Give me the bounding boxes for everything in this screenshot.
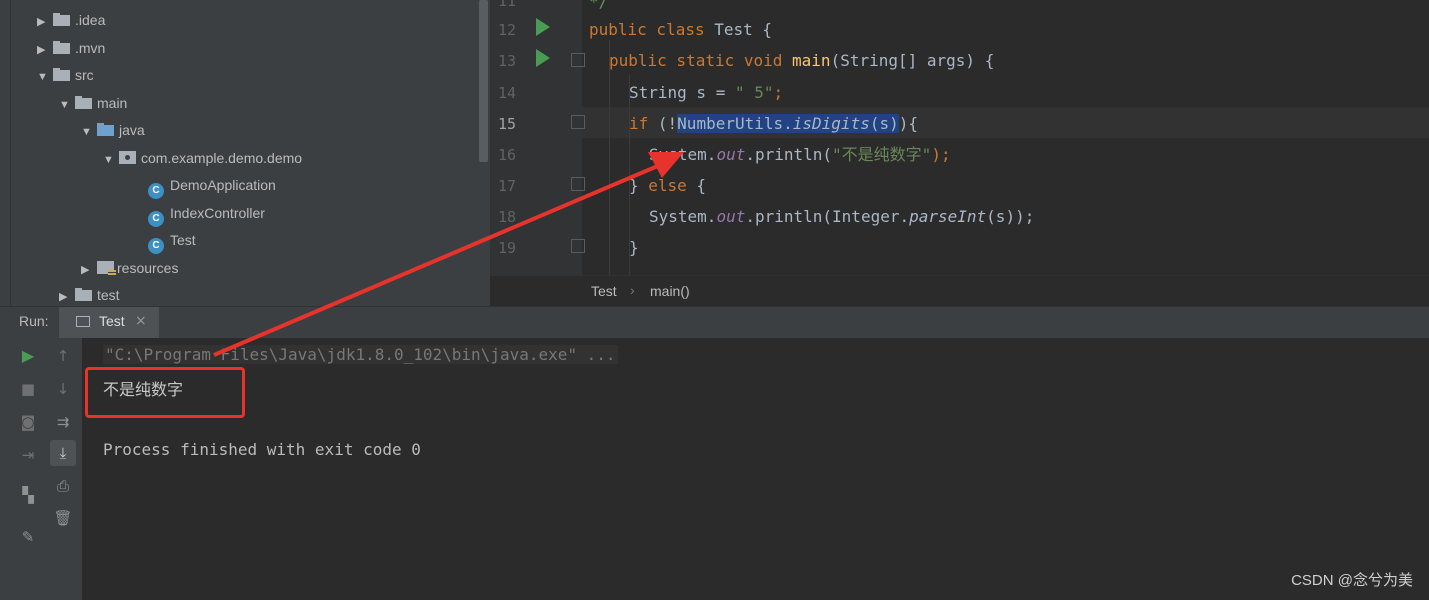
resources-folder-icon <box>97 261 116 276</box>
package-icon <box>119 151 136 164</box>
tree-item-label: DemoApplication <box>170 177 276 193</box>
tree-item-label: .idea <box>75 12 106 28</box>
down-arrow-icon[interactable]: ↓ <box>50 376 76 402</box>
tree-item-indexcontroller[interactable]: C IndexController <box>148 200 265 227</box>
tree-item-test-folder[interactable]: ▶ test <box>59 282 120 306</box>
line-number: 19 <box>498 239 517 257</box>
tree-item-label: IndexController <box>170 205 265 221</box>
line-number: 17 <box>498 177 517 195</box>
selected-text[interactable]: NumberUtils.isDigits(s) <box>677 114 899 133</box>
tree-item-test[interactable]: C Test <box>148 227 196 254</box>
project-tree: ▶ .idea ▶ .mvn ▼ src ▼ main ▼ java ▼ com.examp… <box>11 0 490 306</box>
tree-item-label: resources <box>117 260 179 276</box>
annotation-box <box>85 367 245 418</box>
code-line-18: System.out.println(Integer.parseInt(s)); <box>649 207 1035 226</box>
fold-icon[interactable] <box>571 53 585 67</box>
code-line-17: } else { <box>629 176 707 195</box>
tree-item-demoapplication[interactable]: C DemoApplication <box>148 172 276 199</box>
rerun-icon[interactable]: ▶ <box>15 343 41 369</box>
code-line-13: public static void main(String[] args) { <box>609 51 995 70</box>
spring-class-icon: C <box>148 183 164 199</box>
runnable-class-icon: C <box>148 238 164 254</box>
run-panel-label: Run: <box>19 313 49 329</box>
fold-icon[interactable] <box>571 177 585 191</box>
code-line-14: String s = " 5"; <box>629 83 784 102</box>
line-number: 18 <box>498 208 517 226</box>
run-panel-header <box>0 306 1429 339</box>
line-number: 15 <box>498 115 517 133</box>
line-number: 16 <box>498 146 517 164</box>
fold-icon[interactable] <box>571 239 585 253</box>
tree-item-mvn[interactable]: ▶ .mvn <box>37 35 105 62</box>
tree-item-label: com.example.demo.demo <box>141 150 303 166</box>
stop-icon[interactable]: ■ <box>15 376 41 402</box>
fold-icon[interactable] <box>571 115 585 129</box>
breadcrumb-class[interactable]: Test <box>591 283 617 299</box>
trash-icon[interactable]: 🗑 <box>50 505 76 531</box>
line-number: 14 <box>498 84 517 102</box>
project-scrollbar[interactable] <box>479 0 488 162</box>
tree-item-resources[interactable]: ▶ resources <box>81 255 178 282</box>
up-arrow-icon[interactable]: ↑ <box>50 343 76 369</box>
folder-icon <box>53 13 70 26</box>
run-toolbar: ▶ ↑ ■ ↓ ◙ ⇉ ⇥ ⤓ ▚ ⎙ 🗑 ✎ <box>10 338 82 600</box>
tree-item-label: test <box>97 287 120 303</box>
camera-icon[interactable]: ◙ <box>15 409 41 435</box>
breadcrumb-separator: › <box>630 282 635 298</box>
soft-wrap-icon[interactable]: ⇉ <box>50 409 76 435</box>
indent-guide <box>609 40 610 275</box>
console-icon <box>76 316 90 327</box>
expand-arrow-icon[interactable]: ▶ <box>81 257 97 284</box>
editor-gutter <box>490 0 582 275</box>
folder-icon <box>53 68 70 81</box>
breadcrumb-method[interactable]: main() <box>650 283 690 299</box>
line-number: 13 <box>498 52 517 70</box>
tree-item-label: src <box>75 67 94 83</box>
class-icon: C <box>148 211 164 227</box>
code-line-12: public class Test { <box>589 20 773 39</box>
expand-arrow-icon[interactable]: ▶ <box>37 37 53 64</box>
tree-item-label: main <box>97 95 128 111</box>
tree-item-java[interactable]: ▼ java <box>81 117 145 144</box>
layout-icon[interactable]: ▚ <box>15 482 41 508</box>
tab-label: Test <box>99 313 125 329</box>
folder-icon <box>53 41 70 54</box>
tree-item-label: Test <box>170 232 196 248</box>
close-icon[interactable]: × <box>135 313 147 329</box>
tree-item-idea[interactable]: ▶ .idea <box>37 7 105 34</box>
tree-item-label: .mvn <box>75 40 106 56</box>
tree-item-package[interactable]: ▼ com.example.demo.demo <box>103 145 302 172</box>
run-main-icon[interactable] <box>536 49 550 67</box>
folder-icon <box>75 96 92 109</box>
expand-arrow-icon[interactable]: ▶ <box>37 9 53 36</box>
collapse-arrow-icon[interactable]: ▼ <box>103 147 119 174</box>
code-line-16: System.out.println("不是纯数字"); <box>649 145 951 164</box>
watermark: CSDN @念兮为美 <box>1291 572 1413 589</box>
print-icon[interactable]: ⎙ <box>50 473 76 499</box>
code-line-11: */ <box>589 0 609 11</box>
tree-item-src[interactable]: ▼ src <box>37 62 94 89</box>
collapse-arrow-icon[interactable]: ▼ <box>37 64 53 91</box>
line-number: 11 <box>498 0 517 10</box>
console-output[interactable] <box>82 338 1429 600</box>
breadcrumb: Test › main() <box>490 275 1429 307</box>
left-tool-strip <box>0 0 11 306</box>
folder-icon <box>75 288 92 301</box>
line-number: 12 <box>498 21 517 39</box>
login-icon[interactable]: ⇥ <box>15 442 41 468</box>
collapse-arrow-icon[interactable]: ▼ <box>81 119 97 146</box>
scroll-to-end-icon[interactable]: ⤓ <box>50 440 76 466</box>
run-class-icon[interactable] <box>536 18 550 36</box>
pin-icon[interactable]: ✎ <box>15 524 41 550</box>
collapse-arrow-icon[interactable]: ▼ <box>59 92 75 119</box>
tree-item-label: java <box>119 122 145 138</box>
expand-arrow-icon[interactable]: ▶ <box>59 284 75 306</box>
tree-item-main[interactable]: ▼ main <box>59 90 127 117</box>
code-line-19: } <box>629 238 639 257</box>
console-command-line: "C:\Program Files\Java\jdk1.8.0_102\bin\… <box>103 345 618 364</box>
source-folder-icon <box>97 123 114 136</box>
tab-test[interactable]: Test × <box>59 307 159 338</box>
code-line-15: if (!NumberUtils.isDigits(s)){ <box>629 114 918 133</box>
console-exit-line: Process finished with exit code 0 <box>103 440 421 459</box>
